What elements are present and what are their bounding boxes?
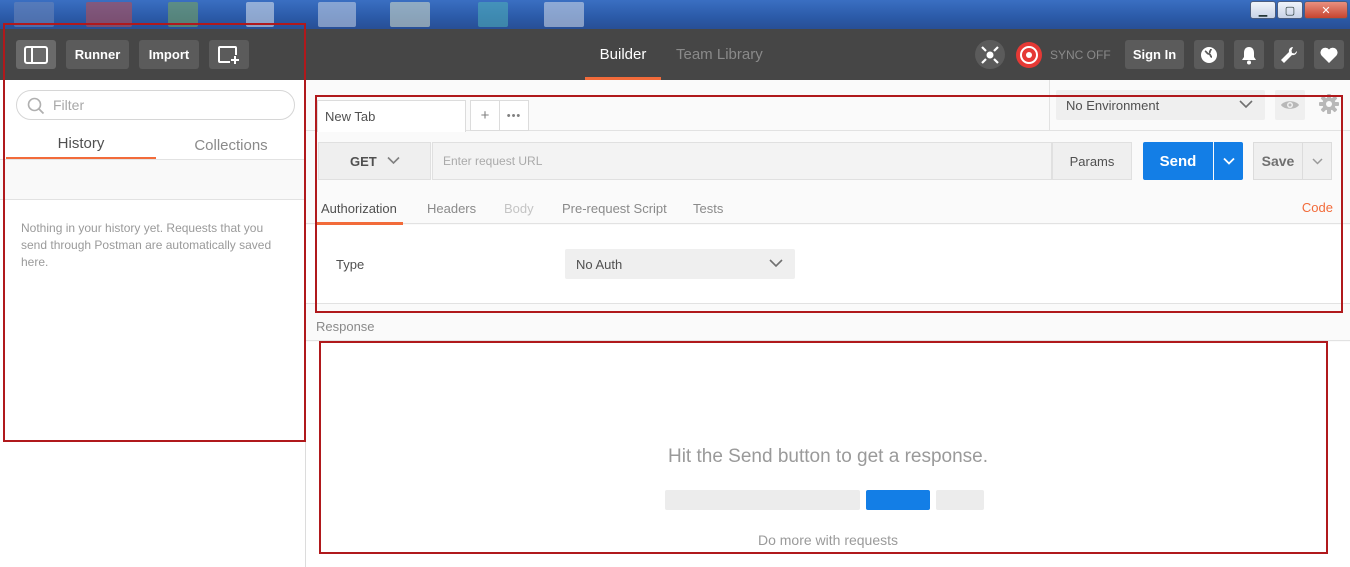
divider <box>1049 80 1050 131</box>
authorization-panel: Type No Auth <box>306 225 1350 304</box>
tab-tests[interactable]: Tests <box>693 193 723 224</box>
chevron-down-icon <box>387 156 400 165</box>
request-builder: New Tab + ••• No Environment GET Enter r… <box>306 80 1350 567</box>
sync-label: SYNC OFF <box>1050 47 1111 62</box>
sidebar-toggle-icon <box>24 45 48 64</box>
code-link[interactable]: Code <box>1302 200 1333 215</box>
eye-icon <box>1281 101 1299 109</box>
request-subtabs: Authorization Headers Body Pre-request S… <box>306 193 1350 225</box>
desktop-thumbnail <box>390 2 430 27</box>
interceptor-button[interactable] <box>975 40 1005 69</box>
tab-team-library[interactable]: Team Library <box>676 29 763 80</box>
desktop-thumbnail <box>246 2 274 27</box>
minimize-button[interactable]: ▁ <box>1250 1 1276 19</box>
environment-select[interactable]: No Environment <box>1056 90 1265 120</box>
interceptor-icon <box>981 45 999 64</box>
request-tab-bar: New Tab + ••• No Environment <box>306 80 1350 132</box>
desktop-thumbnail <box>318 2 356 27</box>
auth-type-value: No Auth <box>576 256 623 272</box>
filter-input[interactable]: Filter <box>16 90 295 120</box>
params-button[interactable]: Params <box>1052 142 1132 180</box>
tab-pre-request-script[interactable]: Pre-request Script <box>562 193 667 224</box>
response-empty-title: Hit the Send button to get a response. <box>667 446 989 467</box>
history-toolbar <box>0 160 305 200</box>
tab-authorization[interactable]: Authorization <box>315 193 403 225</box>
new-window-button[interactable] <box>209 40 249 69</box>
tab-builder[interactable]: Builder <box>585 29 661 80</box>
sign-in-button[interactable]: Sign In <box>1125 40 1184 69</box>
tab-collections[interactable]: Collections <box>156 130 306 160</box>
environment-quick-look-button[interactable] <box>1275 90 1305 120</box>
sidebar-toggle-button[interactable] <box>16 40 56 69</box>
chevron-down-icon <box>1311 157 1323 165</box>
response-header: Response <box>306 313 1350 341</box>
request-tab[interactable]: New Tab <box>317 100 466 132</box>
tab-actions: + ••• <box>470 100 529 131</box>
runner-button[interactable]: Runner <box>66 40 129 69</box>
more-tabs-button[interactable]: ••• <box>499 101 528 130</box>
auth-type-label: Type <box>336 257 365 272</box>
app-header: Runner Import Builder Team Library SYNC … <box>0 29 1350 80</box>
chevron-down-icon <box>1239 100 1253 109</box>
desktop-thumbnail <box>544 2 584 27</box>
search-icon <box>27 97 45 115</box>
chevron-down-icon <box>1222 157 1235 165</box>
desktop-thumbnail <box>86 2 132 27</box>
settings-button[interactable] <box>1274 40 1304 69</box>
bell-icon <box>1242 46 1256 64</box>
placeholder-bar <box>665 490 860 510</box>
new-window-icon <box>218 45 240 65</box>
gear-icon[interactable] <box>1318 93 1340 115</box>
globe-button[interactable] <box>1194 40 1224 69</box>
send-options-button[interactable] <box>1214 142 1243 180</box>
close-button[interactable]: ✕ <box>1304 1 1348 19</box>
chevron-down-icon <box>769 259 783 268</box>
sync-icon <box>1016 42 1042 68</box>
windows-title-bar: ▁ ▢ ✕ <box>0 0 1350 29</box>
sidebar: Filter History Collections Nothing in yo… <box>0 80 306 567</box>
tab-history[interactable]: History <box>6 130 156 160</box>
url-bar: GET Enter request URL Params Send Save <box>318 142 1341 180</box>
tab-headers[interactable]: Headers <box>427 193 476 224</box>
support-button[interactable] <box>1314 40 1344 69</box>
send-button[interactable]: Send <box>1143 142 1213 180</box>
sync-status[interactable] <box>1014 40 1044 70</box>
globe-icon <box>1201 46 1217 63</box>
desktop-thumbnail <box>168 2 198 27</box>
placeholder-bar <box>936 490 984 510</box>
save-options-button[interactable] <box>1303 142 1332 180</box>
desktop-thumbnail <box>478 2 508 27</box>
notifications-button[interactable] <box>1234 40 1264 69</box>
url-input[interactable]: Enter request URL <box>432 142 1052 180</box>
tab-body[interactable]: Body <box>504 193 534 224</box>
environment-value: No Environment <box>1066 97 1160 113</box>
save-button[interactable]: Save <box>1253 142 1303 180</box>
add-tab-button[interactable]: + <box>471 101 499 130</box>
desktop-thumbnail <box>14 2 54 27</box>
do-more-link[interactable]: Do more with requests <box>306 532 1350 548</box>
placeholder-bar <box>866 490 930 510</box>
window-controls: ▁ ▢ ✕ <box>1249 1 1348 19</box>
method-value: GET <box>350 153 377 169</box>
heart-icon <box>1320 47 1338 63</box>
method-select[interactable]: GET <box>318 142 431 180</box>
response-panel: Hit the Send button to get a response. D… <box>306 342 1350 567</box>
history-empty-message: Nothing in your history yet. Requests th… <box>21 221 272 269</box>
auth-type-select[interactable]: No Auth <box>565 249 795 279</box>
import-button[interactable]: Import <box>139 40 199 69</box>
wrench-icon <box>1281 46 1298 63</box>
maximize-button[interactable]: ▢ <box>1277 1 1303 19</box>
